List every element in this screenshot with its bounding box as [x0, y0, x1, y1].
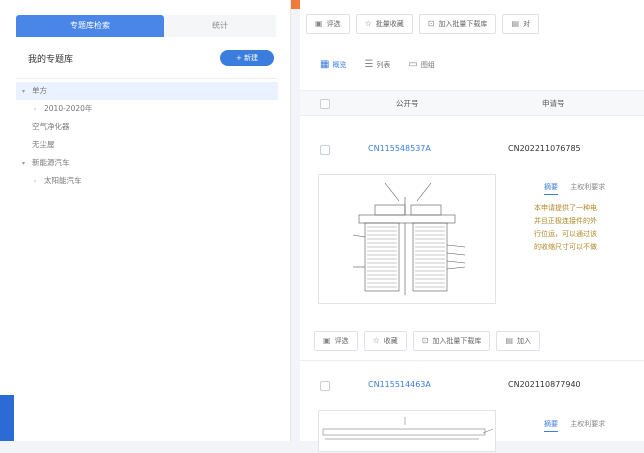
- window-edge: [0, 395, 14, 441]
- summary-view-icon: ▦: [320, 59, 330, 70]
- list-view-icon: ☰: [364, 59, 374, 70]
- row-checkbox[interactable]: [320, 381, 330, 391]
- star-icon: ☆: [364, 19, 372, 28]
- abstract-line: 本申请提供了一种电: [534, 204, 597, 212]
- filter-icon: ▣: [315, 19, 323, 28]
- toolbar-button-label: 批量收藏: [375, 20, 404, 28]
- tab-abstract[interactable]: 摘要: [544, 182, 558, 195]
- filter-icon: ▣: [323, 336, 331, 345]
- application-number: CN202110877940: [508, 380, 581, 389]
- chevron-right-icon[interactable]: ›: [34, 101, 44, 119]
- panel-title: 我的专题库: [28, 55, 74, 65]
- tab-main-claim[interactable]: 主权利要求: [570, 419, 605, 429]
- chevron-down-icon[interactable]: ▾: [22, 155, 32, 173]
- tree-item-label: 单方: [32, 86, 47, 95]
- row-action-button-3[interactable]: ⊡ 加入批量下载库: [412, 331, 491, 351]
- column-application-no: 申请号: [542, 99, 565, 108]
- tree-item[interactable]: 空气净化器: [16, 118, 278, 136]
- row-action-button-label: 加入: [517, 337, 531, 345]
- row-action-button-4[interactable]: ▤ 加入: [496, 331, 540, 351]
- image-view-icon: ▭: [408, 59, 418, 70]
- row-action-bar: ▣ 评选 ☆ 收藏 ⊡ 加入批量下载库 ▤ 加入: [314, 331, 546, 351]
- row-separator: [300, 360, 644, 361]
- toolbar-button-2[interactable]: ☆ 批量收藏: [355, 14, 413, 34]
- row-action-button-2[interactable]: ☆ 收藏: [363, 331, 407, 351]
- chevron-right-icon[interactable]: ›: [34, 173, 44, 191]
- publication-number-link[interactable]: CN115514463A: [368, 380, 431, 389]
- tree-item[interactable]: 无尘屋: [16, 136, 278, 154]
- patent-drawing[interactable]: [318, 410, 496, 452]
- toolbar-button-label: 评选: [326, 20, 341, 28]
- download-icon: ⊡: [421, 336, 429, 345]
- tree-item-label: 空气净化器: [32, 122, 70, 131]
- abstract-tabs: 摘要 主权利要求: [544, 182, 615, 195]
- view-mode-button-label: 列表: [376, 61, 391, 69]
- tree-item-label: 2010-2020年: [44, 104, 93, 113]
- select-all-checkbox[interactable]: [320, 99, 330, 109]
- divider: [16, 78, 278, 79]
- tab-statistics[interactable]: 统计: [164, 15, 276, 37]
- left-tabs: 专题库检索 统计: [16, 15, 276, 37]
- star-icon: ☆: [372, 336, 380, 345]
- row-checkbox[interactable]: [320, 145, 330, 155]
- view-mode-button-1[interactable]: ▦ 概览: [320, 59, 346, 70]
- tree-item[interactable]: ▾ 新能源汽车: [16, 154, 278, 172]
- abstract-line: 行位运，可以通过该: [534, 230, 597, 238]
- view-mode-button-label: 图组: [420, 61, 435, 69]
- toolbar-button-3[interactable]: ⊡ 加入批量下载库: [418, 14, 497, 34]
- compare-icon: ▤: [511, 19, 519, 28]
- patent-drawing-figure: [322, 417, 494, 440]
- download-icon: ⊡: [427, 19, 435, 28]
- topic-tree: ▾ 单方 › 2010-2020年 空气净化器 无尘屋 ▾ 新能源汽车 › 太阳能汽车: [16, 82, 278, 190]
- row-action-button-label: 收藏: [383, 337, 398, 345]
- view-mode-button-3[interactable]: ▭ 图组: [408, 59, 434, 70]
- view-mode-button-label: 概览: [332, 61, 347, 69]
- publication-number-link[interactable]: CN115548537A: [368, 144, 431, 153]
- tree-item-label: 太阳能汽车: [44, 176, 82, 185]
- compare-icon: ▤: [505, 336, 513, 345]
- tree-item[interactable]: ▾ 单方: [16, 82, 278, 100]
- left-panel: 专题库检索 统计 我的专题库 + 新建 ▾ 单方 › 2010-2020年 空气净化器无…: [0, 0, 291, 441]
- row-action-button-label: 加入批量下载库: [432, 337, 482, 345]
- view-mode-button-2[interactable]: ☰ 列表: [364, 59, 390, 70]
- patent-drawing-figure: [352, 182, 466, 295]
- tree-item-label: 新能源汽车: [32, 158, 70, 167]
- column-publication-no: 公开号: [396, 99, 419, 108]
- new-topic-button[interactable]: + 新建: [220, 50, 274, 66]
- row-action-button-label: 评选: [334, 337, 349, 345]
- row-action-button-1[interactable]: ▣ 评选: [314, 331, 358, 351]
- abstract-tabs: 摘要 主权利要求: [544, 419, 615, 432]
- tab-main-claim[interactable]: 主权利要求: [570, 182, 605, 192]
- results-panel: ▣ 评选 ☆ 批量收藏 ⊡ 加入批量下载库 ▤ 对 ▦ 概览 ☰ 列表 ▭ 图组 公开号 申请号 CN1…: [300, 0, 644, 452]
- view-mode-bar: ▦ 概览 ☰ 列表 ▭ 图组: [320, 59, 453, 70]
- abstract-line: 的收缩尺寸可以不做: [534, 243, 597, 251]
- abstract-text: 本申请提供了一种电 并且正极连接件的外 行位运，可以通过该 的收缩尺寸可以不做: [534, 202, 644, 254]
- tab-topic-search[interactable]: 专题库检索: [16, 15, 164, 37]
- toolbar-button-1[interactable]: ▣ 评选: [306, 14, 350, 34]
- abstract-line: 并且正极连接件的外: [534, 217, 597, 225]
- tab-abstract[interactable]: 摘要: [544, 419, 558, 432]
- chevron-down-icon[interactable]: ▾: [22, 83, 32, 101]
- panel-header: 我的专题库 + 新建: [16, 48, 278, 68]
- tree-item[interactable]: › 太阳能汽车: [16, 172, 278, 190]
- tree-item-label: 无尘屋: [32, 140, 55, 149]
- tree-item[interactable]: › 2010-2020年: [16, 100, 278, 118]
- toolbar-button-label: 对: [523, 20, 530, 28]
- table-header: 公开号 申请号: [300, 90, 644, 116]
- toolbar: ▣ 评选 ☆ 批量收藏 ⊡ 加入批量下载库 ▤ 对: [306, 14, 545, 34]
- patent-drawing[interactable]: [318, 174, 496, 304]
- application-number: CN202211076785: [508, 144, 581, 153]
- toolbar-button-4[interactable]: ▤ 对: [502, 14, 539, 34]
- toolbar-button-label: 加入批量下载库: [438, 20, 488, 28]
